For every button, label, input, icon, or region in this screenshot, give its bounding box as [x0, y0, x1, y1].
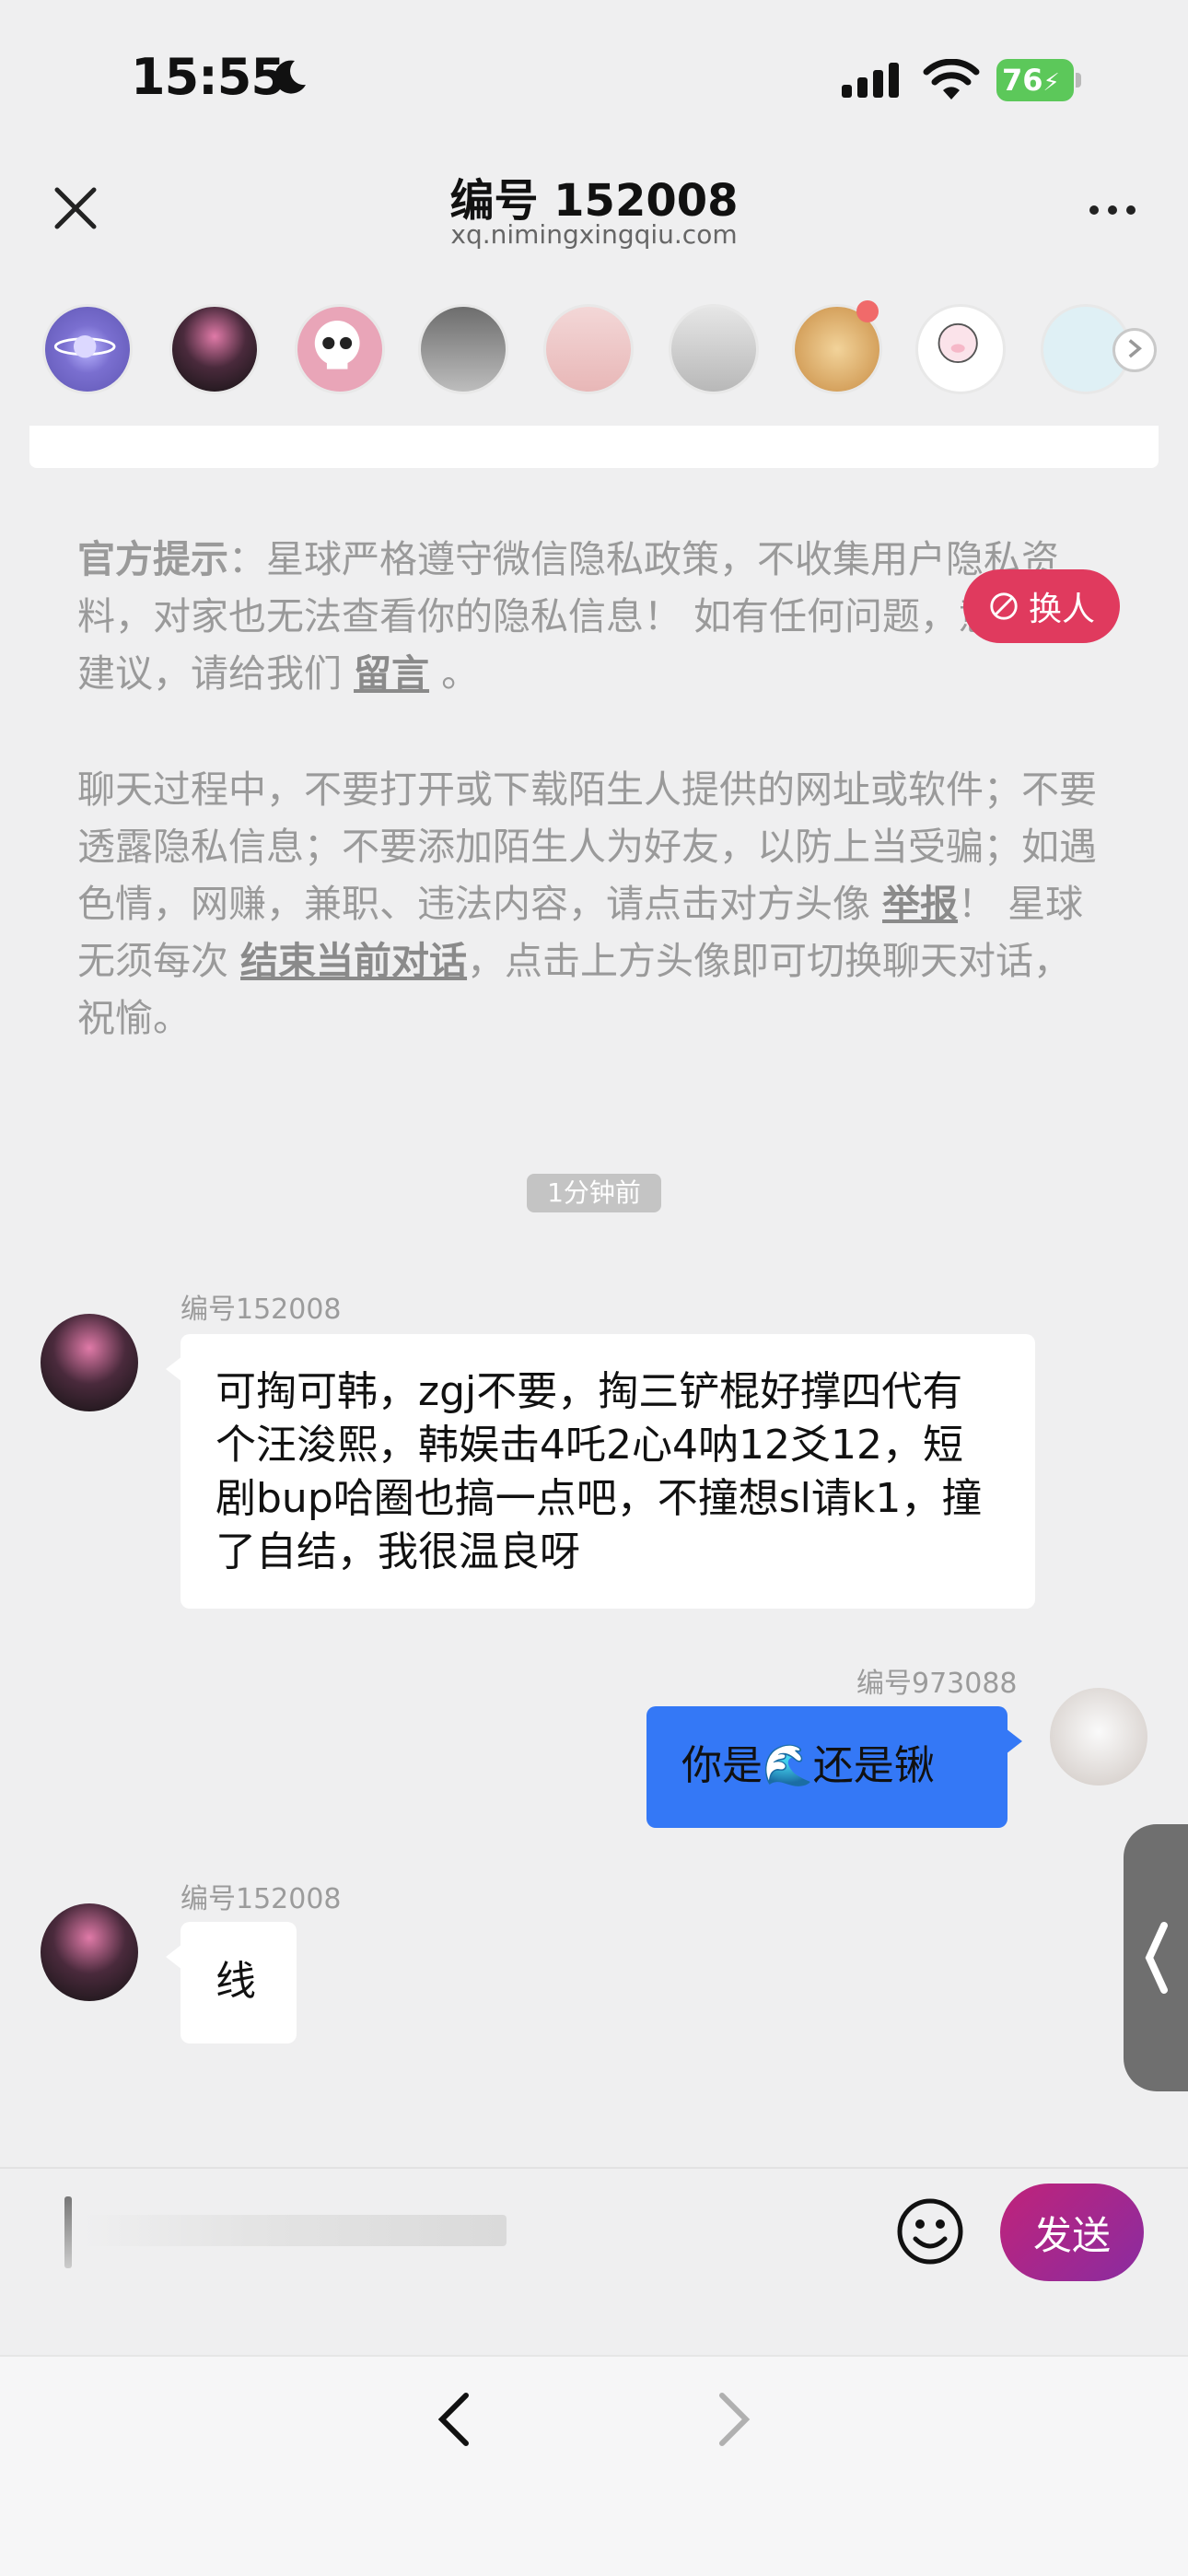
message-input[interactable] — [83, 2215, 507, 2246]
avatar-couple[interactable] — [543, 304, 634, 394]
avatar-pig[interactable] — [915, 304, 1006, 394]
avatar-strip-next-button[interactable] — [1112, 328, 1157, 372]
avatar-planet[interactable] — [42, 304, 133, 394]
unread-badge — [856, 300, 879, 322]
back-arrow-icon[interactable] — [433, 2390, 475, 2449]
text-cursor[interactable] — [64, 2196, 72, 2268]
peer-avatar[interactable] — [41, 1314, 138, 1411]
message-text: 你是 — [681, 1742, 763, 1789]
page-url: xq.nimingxingqiu.com — [450, 219, 738, 250]
time-label: 1分钟前 — [527, 1174, 661, 1212]
message-bubble: 线 — [166, 1922, 297, 2043]
chevron-left-icon — [1145, 1922, 1168, 1994]
send-button[interactable]: 发送 — [1000, 2184, 1144, 2281]
wifi-icon — [923, 59, 980, 100]
chat-screen: 15:55 76⚡ 编号 152008 xq.nimingxingqiu.com — [0, 0, 1188, 2576]
peer-avatar[interactable] — [41, 1903, 138, 2001]
leave-message-link[interactable]: 留言 — [354, 651, 429, 696]
message-sender: 编号152008 — [181, 1883, 342, 1915]
message-sender: 编号152008 — [181, 1294, 342, 1326]
report-link[interactable]: 举报 — [882, 882, 958, 926]
message-bubble: 可掏可韩，zgj不要，掏三铲棍好撑四代有个汪浚熙，韩娱击4吒2心4呐12爻12，… — [166, 1334, 1035, 1609]
browser-nav-bar — [0, 2355, 1188, 2576]
more-options-icon[interactable] — [1087, 201, 1138, 219]
avatar-cat[interactable] — [669, 304, 759, 394]
cellular-signal-icon — [842, 63, 899, 98]
moon-icon — [274, 60, 306, 94]
self-avatar[interactable] — [1050, 1688, 1147, 1786]
wave-emoji: 🌊 — [763, 1742, 813, 1789]
avatar-girl[interactable] — [418, 304, 508, 394]
charging-bolt-icon: ⚡ — [1042, 69, 1060, 97]
official-notice: 官方提示：星球严格遵守微信隐私政策，不收集用户隐私资料，对家也无法查看你的隐私信… — [77, 531, 1109, 702]
battery-indicator: 76⚡ — [996, 59, 1083, 101]
battery-level: 76 — [1002, 63, 1043, 98]
message-sender: 编号973088 — [856, 1668, 1018, 1700]
notice-end: 。 — [441, 651, 480, 696]
forward-arrow-icon[interactable] — [713, 2390, 755, 2449]
notice-label: 官方提示 — [77, 537, 228, 581]
status-time: 15:55 — [131, 48, 285, 106]
swap-person-button[interactable]: 换人 — [963, 569, 1120, 643]
safety-notice: 聊天过程中，不要打开或下载陌生人提供的网址或软件；不要透露隐私信息；不要添加陌生… — [77, 761, 1109, 1047]
end-chat-link[interactable]: 结束当前对话 — [240, 939, 467, 983]
swap-icon — [990, 592, 1018, 620]
avatar-skull[interactable] — [295, 304, 385, 394]
message-text: 还是锹 — [812, 1742, 935, 1789]
swap-person-label: 换人 — [1028, 591, 1095, 628]
emoji-icon[interactable] — [895, 2196, 965, 2266]
message-bubble-self: 你是🌊还是锹 — [646, 1706, 1022, 1828]
chat-header-card — [29, 426, 1159, 468]
side-panel-handle[interactable] — [1124, 1824, 1188, 2091]
avatar-user-1[interactable] — [169, 304, 260, 394]
